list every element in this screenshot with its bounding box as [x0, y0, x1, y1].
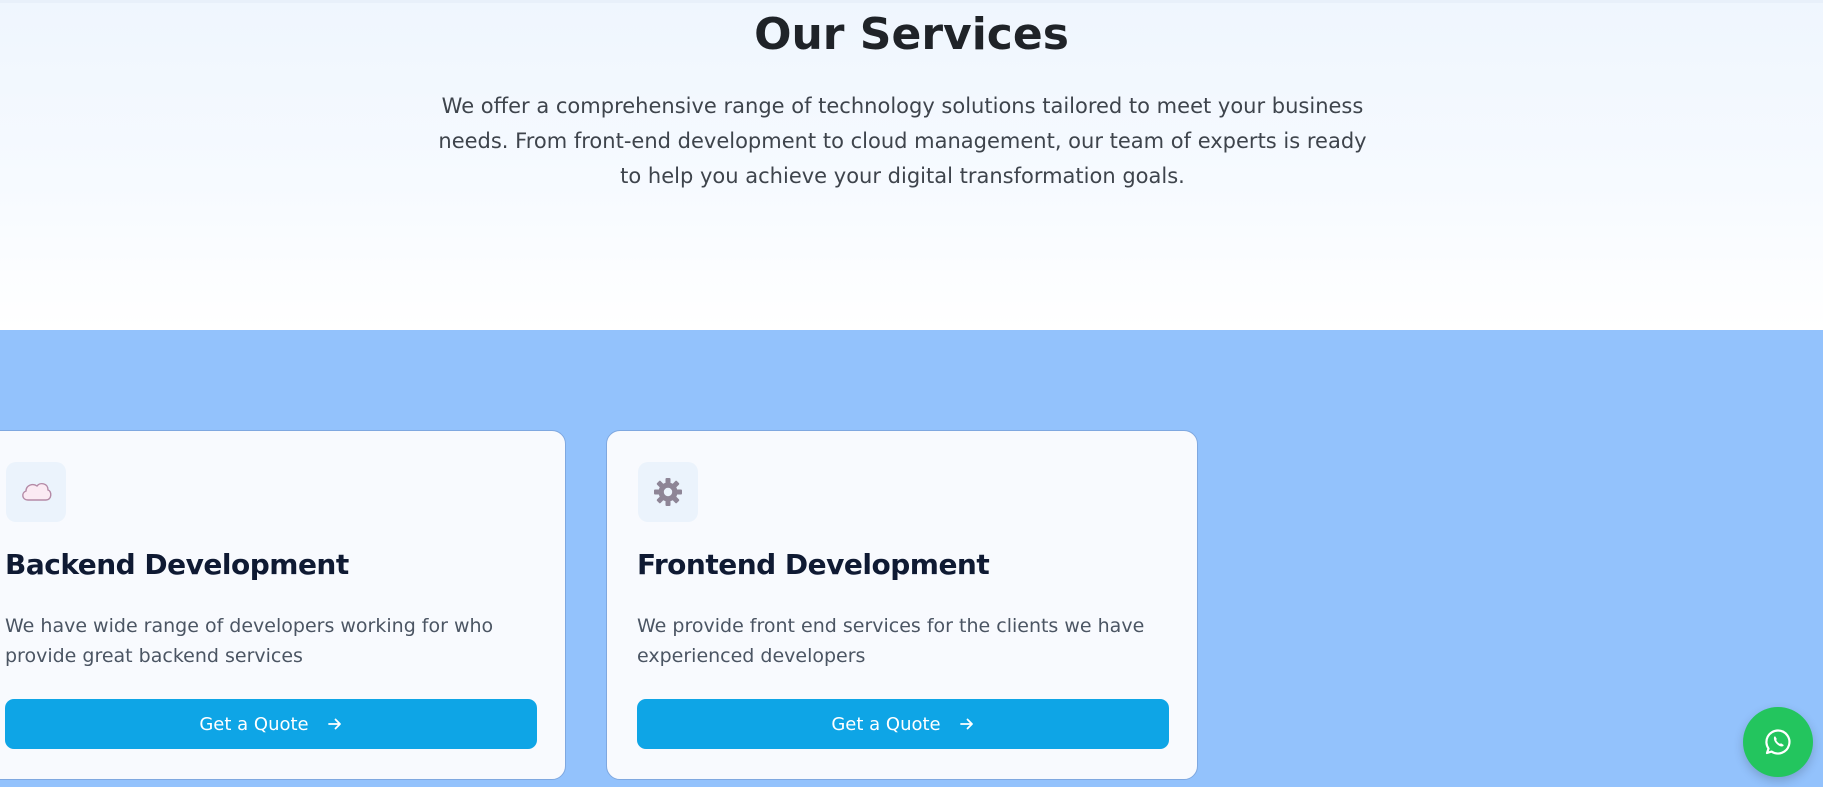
page: Our Services We offer a comprehensive ra… [0, 0, 1823, 787]
service-card-frontend: Frontend Development We provide front en… [606, 430, 1198, 780]
service-card-title: Backend Development [5, 548, 349, 581]
get-quote-button[interactable]: Get a Quote [5, 699, 537, 749]
get-quote-label: Get a Quote [199, 713, 309, 735]
services-hero: Our Services We offer a comprehensive ra… [0, 0, 1823, 330]
arrow-right-icon [959, 716, 975, 732]
get-quote-button[interactable]: Get a Quote [637, 699, 1169, 749]
page-title: Our Services [754, 9, 1069, 60]
arrow-right-icon [327, 716, 343, 732]
get-quote-label: Get a Quote [831, 713, 941, 735]
service-card-backend: Backend Development We have wide range o… [0, 430, 566, 780]
service-card-description: We provide front end services for the cl… [637, 615, 1145, 667]
services-section: Backend Development We have wide range o… [0, 330, 1823, 787]
cloud-icon [6, 462, 66, 522]
whatsapp-icon [1765, 729, 1791, 755]
whatsapp-chat-button[interactable] [1743, 707, 1813, 777]
hero-description: We offer a comprehensive range of techno… [438, 94, 1367, 188]
service-card-title: Frontend Development [637, 548, 990, 581]
gear-icon [638, 462, 698, 522]
service-card-description: We have wide range of developers working… [5, 615, 494, 667]
